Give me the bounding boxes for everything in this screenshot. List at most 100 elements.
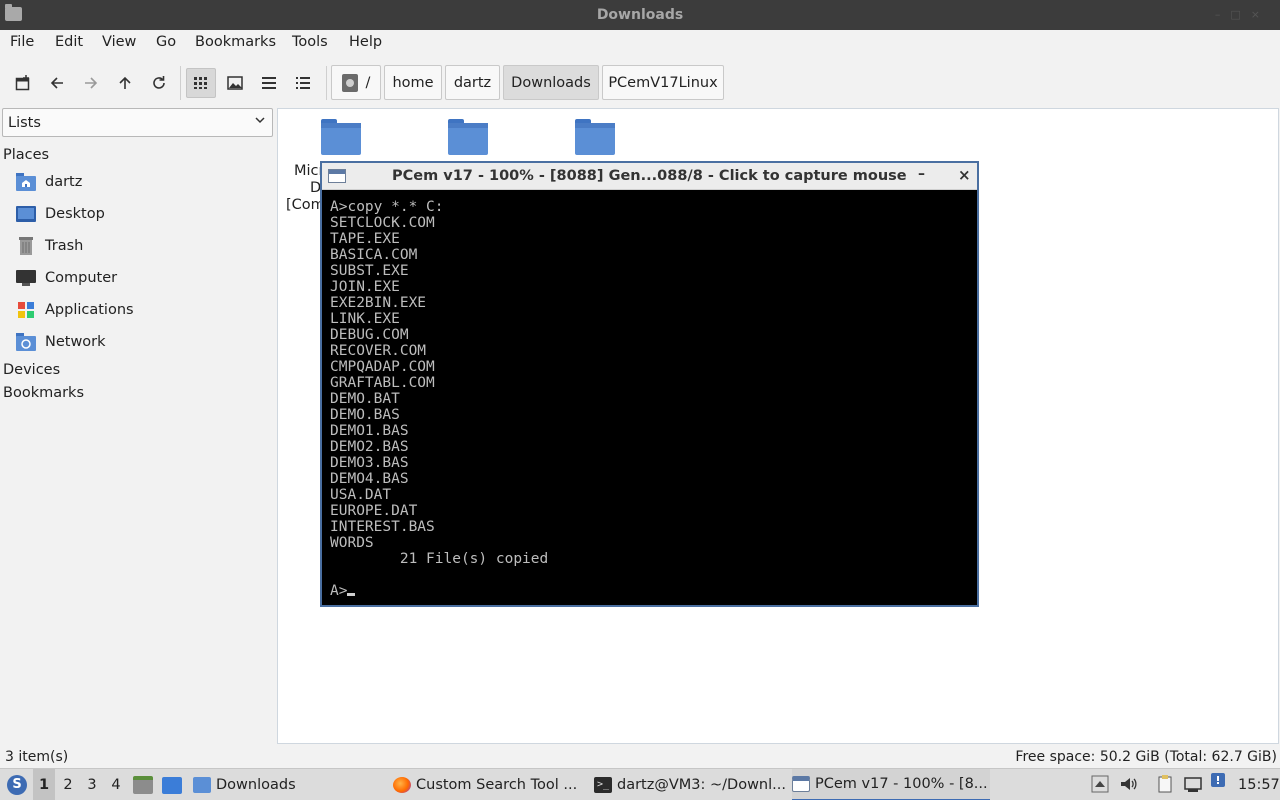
sidebar-item-label: Applications	[45, 302, 134, 318]
network-status-icon[interactable]	[1184, 775, 1202, 793]
folder-icon[interactable]	[448, 119, 488, 155]
toolbar-separator	[326, 66, 327, 100]
console-line: SETCLOCK.COM	[330, 215, 435, 231]
file-label-line: [Com	[286, 197, 325, 213]
console-line: JOIN.EXE	[330, 279, 400, 295]
menu-help[interactable]: Help	[349, 34, 382, 50]
task-label: Downloads	[216, 777, 296, 793]
pcem-title: PCem v17 - 100% - [8088] Gen...088/8 - C…	[392, 168, 907, 184]
compact-view-icon[interactable]	[254, 68, 284, 98]
sidebar-item-trash[interactable]: Trash	[16, 235, 271, 259]
drive-icon	[341, 73, 358, 92]
minimize-icon[interactable]: –	[918, 166, 925, 182]
console-line: DEBUG.COM	[330, 327, 409, 343]
new-tab-icon[interactable]	[8, 68, 38, 98]
devices-heading[interactable]: Devices	[3, 362, 60, 378]
forward-icon[interactable]	[76, 68, 106, 98]
start-menu-button[interactable]: S	[4, 769, 30, 800]
close-icon[interactable]: ×	[958, 166, 971, 184]
icon-view-icon[interactable]	[186, 68, 216, 98]
menu-file[interactable]: File	[10, 34, 34, 50]
breadcrumb-dartz[interactable]: dartz	[445, 65, 500, 100]
console-line: 21 File(s) copied	[330, 551, 549, 567]
pcem-titlebar[interactable]: PCem v17 - 100% - [8088] Gen...088/8 - C…	[322, 163, 977, 190]
firefox-icon	[393, 777, 411, 793]
menu-view[interactable]: View	[102, 34, 136, 50]
breadcrumb-root-label: /	[365, 74, 371, 91]
menu-go[interactable]: Go	[156, 34, 176, 50]
workspace-1[interactable]: 1	[33, 769, 55, 800]
clock[interactable]: 15:57	[1238, 769, 1280, 800]
applications-icon	[16, 301, 36, 319]
pcem-window[interactable]: PCem v17 - 100% - [8088] Gen...088/8 - C…	[320, 161, 979, 607]
menu-edit[interactable]: Edit	[55, 34, 83, 50]
sidebar-mode-value: Lists	[8, 115, 41, 131]
window-app-icon	[792, 776, 810, 792]
console-line: WORDS	[330, 535, 374, 551]
sidebar-mode-select[interactable]: Lists	[2, 108, 273, 137]
status-bar: 3 item(s) Free space: 50.2 GiB (Total: 6…	[0, 747, 1280, 768]
notification-icon[interactable]	[1211, 773, 1225, 787]
console-line: DEMO2.BAS	[330, 439, 409, 455]
sidebar-item-label: dartz	[45, 174, 83, 190]
computer-icon	[16, 269, 36, 287]
text-cursor	[347, 593, 356, 596]
console-prompt-line: A>	[330, 583, 970, 599]
sidebar-item-network[interactable]: Network	[16, 331, 271, 355]
thumbnail-view-icon[interactable]	[220, 68, 250, 98]
bookmarks-heading[interactable]: Bookmarks	[3, 385, 84, 401]
file-manager-icon	[133, 776, 153, 794]
console-line: DEMO1.BAS	[330, 423, 409, 439]
sidebar-item-label: Computer	[45, 270, 118, 286]
breadcrumb-root[interactable]: /	[331, 65, 381, 100]
workspace-4[interactable]: 4	[105, 769, 127, 800]
tray-arrow-icon[interactable]	[1091, 775, 1109, 793]
console-line: INTEREST.BAS	[330, 519, 435, 535]
sidebar-item-applications[interactable]: Applications	[16, 299, 271, 323]
console-line: DEMO4.BAS	[330, 471, 409, 487]
trash-icon	[16, 237, 36, 255]
reload-icon[interactable]	[144, 68, 174, 98]
breadcrumb-home[interactable]: home	[384, 65, 442, 100]
console-line: EUROPE.DAT	[330, 503, 418, 519]
sidebar-item-dartz[interactable]: dartz	[16, 171, 271, 195]
folder-icon[interactable]	[575, 119, 615, 155]
breadcrumb-pcemv17linux[interactable]: PCemV17Linux	[602, 65, 724, 100]
toolbar: / home dartz Downloads PCemV17Linux	[0, 58, 1280, 106]
back-icon[interactable]	[42, 68, 72, 98]
volume-icon[interactable]	[1119, 775, 1137, 793]
sidebar-item-computer[interactable]: Computer	[16, 267, 271, 291]
task-terminal[interactable]: >_ dartz@VM3: ~/Downl...	[594, 769, 789, 800]
folder-icon	[193, 777, 211, 793]
window-titlebar[interactable]: Downloads –□×	[0, 0, 1280, 30]
sidebar-item-desktop[interactable]: Desktop	[16, 203, 271, 227]
breadcrumb-downloads[interactable]: Downloads	[503, 65, 599, 100]
menu-bookmarks[interactable]: Bookmarks	[195, 34, 276, 50]
workspace-3[interactable]: 3	[81, 769, 103, 800]
clipboard-icon[interactable]	[1156, 775, 1174, 793]
show-desktop-button[interactable]	[162, 769, 182, 800]
item-count: 3 item(s)	[5, 749, 69, 765]
workspace-2[interactable]: 2	[57, 769, 79, 800]
console-line: BASICA.COM	[330, 247, 418, 263]
up-icon[interactable]	[110, 68, 140, 98]
task-firefox[interactable]: Custom Search Tool ...	[393, 769, 588, 800]
task-label: PCem v17 - 100% - [8...	[815, 776, 988, 792]
window-controls[interactable]: –□×	[1215, 8, 1270, 21]
terminal-icon: >_	[594, 777, 612, 793]
task-pcem[interactable]: PCem v17 - 100% - [8...	[792, 769, 990, 800]
console-line: DEMO.BAT	[330, 391, 400, 407]
folder-icon[interactable]	[321, 119, 361, 155]
task-label: dartz@VM3: ~/Downl...	[617, 777, 786, 793]
menu-tools[interactable]: Tools	[292, 34, 328, 50]
desktop-icon	[16, 205, 36, 223]
console-line: CMPQADAP.COM	[330, 359, 435, 375]
task-downloads[interactable]: Downloads	[193, 769, 388, 800]
home-folder-icon	[16, 173, 36, 191]
dos-console[interactable]: A>copy *.* C: SETCLOCK.COM TAPE.EXE BASI…	[330, 199, 970, 599]
detailed-list-view-icon[interactable]	[288, 68, 318, 98]
console-line: SUBST.EXE	[330, 263, 409, 279]
free-space: Free space: 50.2 GiB (Total: 62.7 GiB)	[1015, 749, 1277, 765]
file-manager-launcher[interactable]	[133, 769, 153, 800]
console-line: A>copy *.* C:	[330, 199, 444, 215]
